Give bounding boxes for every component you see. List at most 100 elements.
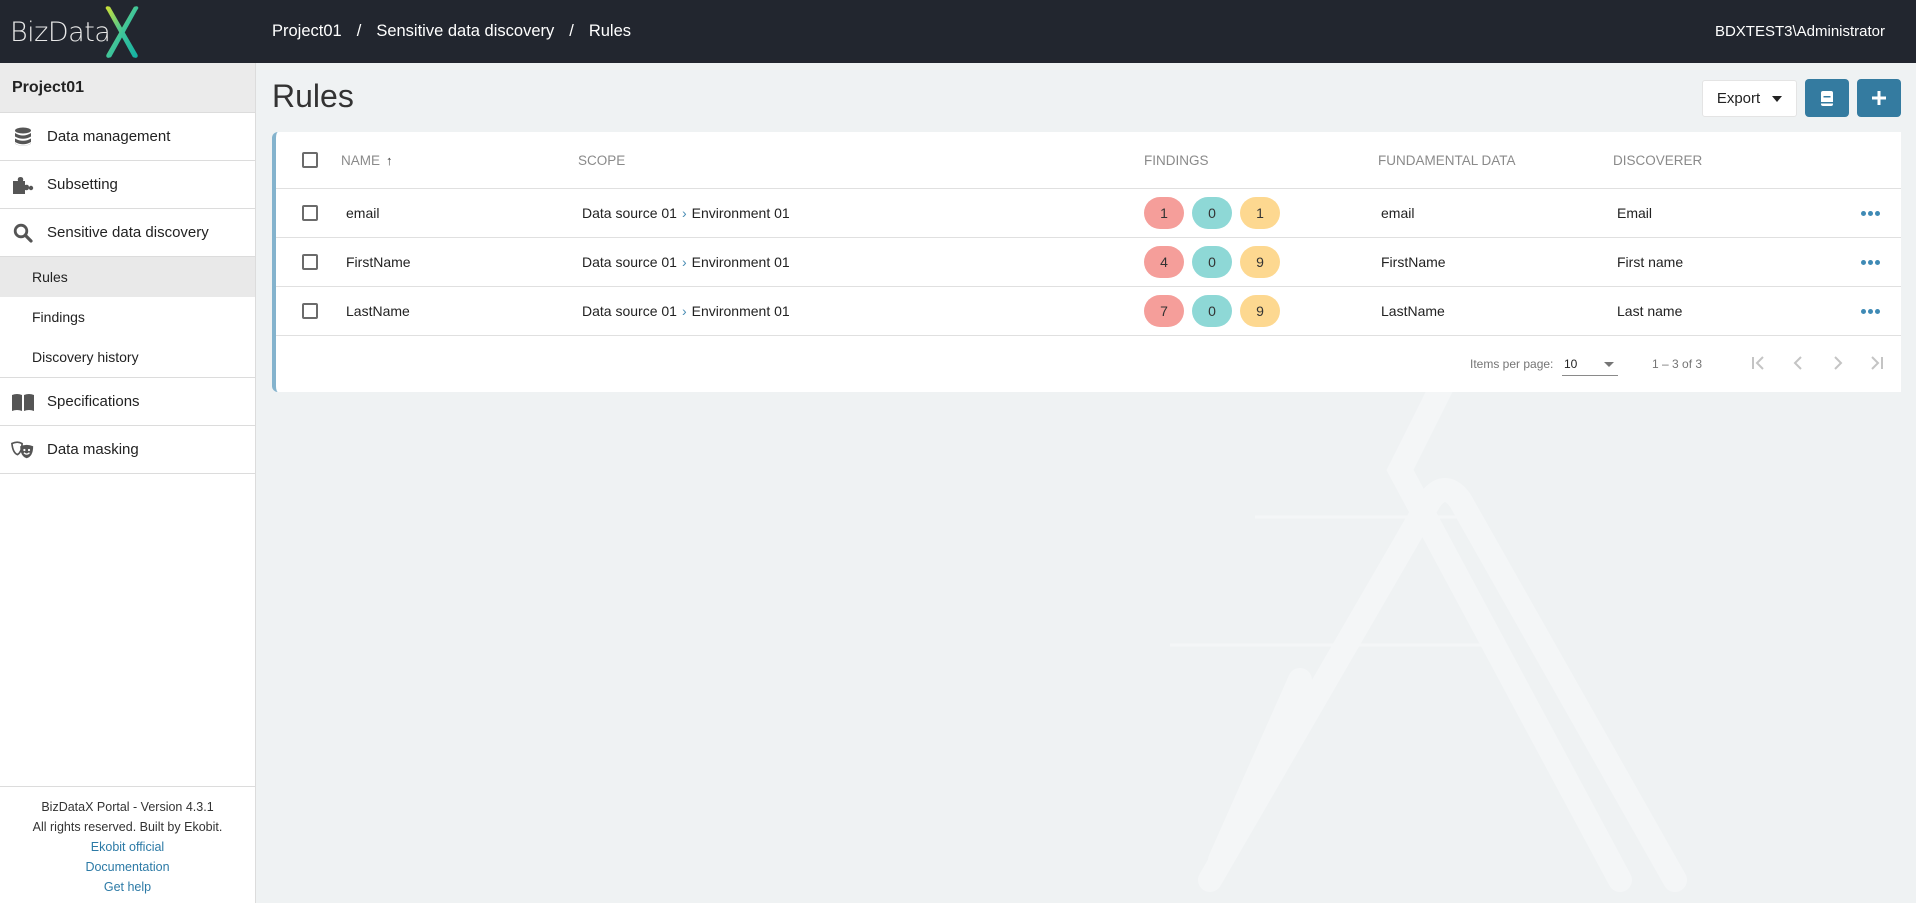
select-all-checkbox[interactable] [302, 152, 318, 168]
chevron-right-icon: › [681, 205, 687, 221]
table-header: NAME ↑ SCOPE FINDINGS FUNDAMENTAL DATA D… [276, 132, 1901, 189]
rule-findings: 7 0 9 [1144, 287, 1280, 335]
background-watermark [1170, 380, 1687, 892]
chevron-right-icon: › [681, 254, 687, 270]
sidebar-item-label: Data masking [47, 441, 139, 458]
add-rule-button[interactable] [1857, 79, 1901, 117]
rule-fundamental-data: FirstName [1381, 254, 1446, 270]
paginator: Items per page: 10 1 – 3 of 3 [276, 338, 1901, 392]
rule-fundamental-data: LastName [1381, 303, 1445, 319]
findings-badge-teal[interactable]: 0 [1192, 246, 1232, 278]
export-label: Export [1716, 90, 1761, 107]
breadcrumb-separator: / [356, 22, 362, 40]
findings-badge-red[interactable]: 7 [1144, 295, 1184, 327]
rule-discoverer: Email [1617, 205, 1653, 221]
items-per-page-label: Items per page: [1470, 357, 1554, 371]
more-actions-icon[interactable] [1861, 308, 1880, 314]
sidebar-item-label: Sensitive data discovery [47, 224, 209, 241]
logo-x-icon [106, 6, 139, 58]
export-dropdown-button[interactable]: Export [1702, 80, 1797, 117]
rules-table-card: NAME ↑ SCOPE FINDINGS FUNDAMENTAL DATA D… [272, 132, 1901, 392]
book-icon [1821, 90, 1833, 106]
sidebar-footer: BizDataX Portal - Version 4.3.1 All righ… [0, 786, 255, 903]
breadcrumb-separator: / [569, 22, 574, 40]
more-actions-icon[interactable] [1861, 259, 1880, 265]
user-menu[interactable]: BDXTEST3\Administrator [1715, 0, 1885, 63]
logo-text: BizData [10, 16, 111, 48]
last-page-icon [1871, 356, 1883, 370]
sidebar-item-label: Subsetting [47, 176, 118, 193]
link-ekobit-official[interactable]: Ekobit official [0, 837, 255, 857]
book-button[interactable] [1805, 79, 1849, 117]
page-title: Rules [272, 78, 354, 114]
table-row[interactable]: email Data source 01 › Environment 01 1 0 … [276, 189, 1901, 238]
sidebar-subitem-findings[interactable]: Findings [0, 297, 255, 337]
sidebar-item-specifications[interactable]: Specifications [0, 378, 255, 426]
book-open-icon [11, 392, 35, 412]
top-bar: BizData Project01 / Sensitive data disco… [0, 0, 1916, 63]
chevron-right-icon [1834, 356, 1843, 370]
search-icon [11, 223, 35, 243]
findings-badge-yellow[interactable]: 9 [1240, 246, 1280, 278]
rule-name[interactable]: LastName [346, 287, 410, 335]
row-checkbox[interactable] [302, 205, 318, 221]
first-page-icon [1752, 356, 1764, 370]
table-row[interactable]: LastName Data source 01 › Environment 01 7… [276, 287, 1901, 336]
sidebar-subitem-rules[interactable]: Rules [0, 257, 255, 297]
sort-ascending-icon: ↑ [386, 152, 393, 168]
rule-scope: Data source 01 › Environment 01 [582, 205, 790, 221]
column-header-discoverer: DISCOVERER [1613, 152, 1703, 168]
more-actions-icon[interactable] [1861, 210, 1880, 216]
findings-badge-yellow[interactable]: 9 [1240, 295, 1280, 327]
rule-fundamental-data: email [1381, 205, 1415, 221]
column-header-name[interactable]: NAME ↑ [341, 132, 393, 188]
column-header-findings: FINDINGS [1144, 152, 1209, 168]
rule-name[interactable]: email [346, 189, 379, 237]
theater-masks-icon [11, 440, 35, 460]
bizdatax-logo[interactable]: BizData [10, 6, 140, 58]
findings-badge-yellow[interactable]: 1 [1240, 197, 1280, 229]
caret-down-icon [1604, 362, 1614, 367]
caret-down-icon [1772, 95, 1783, 102]
breadcrumb-current: Rules [588, 22, 632, 40]
rule-discoverer: Last name [1617, 303, 1683, 319]
table-row[interactable]: FirstName Data source 01 › Environment 01 … [276, 238, 1901, 287]
first-page-button[interactable] [1746, 351, 1770, 375]
row-checkbox[interactable] [302, 303, 318, 319]
puzzle-icon [11, 175, 35, 195]
chevron-left-icon [1793, 356, 1802, 370]
previous-page-button[interactable] [1786, 351, 1810, 375]
chevron-right-icon: › [681, 303, 687, 319]
sidebar-project-title: Project01 [0, 63, 255, 113]
findings-badge-teal[interactable]: 0 [1192, 295, 1232, 327]
rule-discoverer: First name [1617, 254, 1684, 270]
sidebar-item-subsetting[interactable]: Subsetting [0, 161, 255, 209]
findings-badge-teal[interactable]: 0 [1192, 197, 1232, 229]
rule-name[interactable]: FirstName [346, 238, 411, 286]
sidebar-item-sensitive-data-discovery[interactable]: Sensitive data discovery [0, 209, 255, 257]
items-per-page-select[interactable]: 10 [1562, 352, 1618, 376]
sidebar-item-label: Data management [47, 128, 171, 145]
rule-findings: 4 0 9 [1144, 238, 1280, 286]
column-header-fundamental-data: FUNDAMENTAL DATA [1378, 152, 1516, 168]
link-documentation[interactable]: Documentation [0, 857, 255, 877]
rights-text: All rights reserved. Built by Ekobit. [32, 820, 223, 834]
breadcrumb-sensitive-data-discovery[interactable]: Sensitive data discovery [376, 22, 554, 41]
link-get-help[interactable]: Get help [0, 877, 255, 897]
next-page-button[interactable] [1826, 351, 1850, 375]
database-icon [11, 127, 35, 147]
findings-badge-red[interactable]: 1 [1144, 197, 1184, 229]
sidebar-item-data-management[interactable]: Data management [0, 113, 255, 161]
sidebar-item-data-masking[interactable]: Data masking [0, 426, 255, 474]
rule-findings: 1 0 1 [1144, 189, 1280, 237]
version-text: BizDataX Portal - Version 4.3.1 [41, 800, 214, 814]
plus-icon [1872, 91, 1886, 105]
sidebar-subitem-discovery-history[interactable]: Discovery history [0, 337, 255, 377]
row-checkbox[interactable] [302, 254, 318, 270]
breadcrumb-project[interactable]: Project01 [272, 22, 342, 41]
last-page-button[interactable] [1865, 351, 1889, 375]
sidebar: Project01 Data management Subsetting Sen… [0, 63, 256, 903]
sidebar-submenu-sensitive-data-discovery: Rules Findings Discovery history [0, 257, 255, 378]
column-header-scope: SCOPE [578, 152, 626, 168]
findings-badge-red[interactable]: 4 [1144, 246, 1184, 278]
